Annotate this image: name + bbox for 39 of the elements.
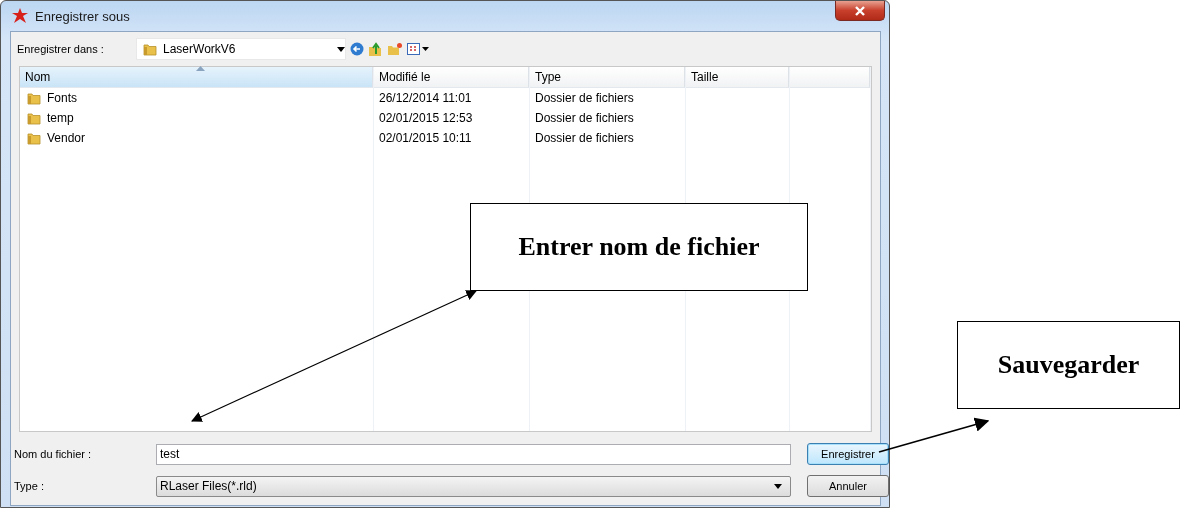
table-cell-text: 02/01/2015 10:11	[378, 130, 473, 147]
caret-icon	[337, 46, 345, 52]
close-button[interactable]	[835, 1, 885, 21]
cancel-button[interactable]: Annuler	[807, 475, 889, 497]
file-name[interactable]: Fonts	[47, 88, 77, 108]
folder-icon	[27, 91, 41, 105]
new-folder-icon[interactable]	[387, 42, 403, 56]
save-in-label: Enregistrer dans :	[17, 43, 105, 55]
file-name[interactable]: Vendor	[47, 128, 86, 148]
app-icon	[11, 7, 29, 25]
folder-dropdown[interactable]: LaserWorkV6	[136, 38, 346, 60]
sort-arrow-icon	[196, 66, 205, 71]
close-icon	[854, 5, 866, 16]
table-cell-text: Dossier de fichiers	[534, 90, 635, 107]
table-cell-text: Dossier de fichiers	[534, 110, 635, 127]
table-cell-text: 26/12/2014 11:01	[378, 90, 473, 107]
column-header[interactable]: Taille	[686, 67, 789, 88]
save-button[interactable]: Enregistrer	[807, 443, 889, 465]
folder-icon	[27, 131, 41, 145]
column-header[interactable]: Modifié le	[374, 67, 529, 88]
view-menu-icon[interactable]	[407, 43, 429, 55]
table-cell-text: 02/01/2015 12:53	[378, 110, 474, 127]
folder-name: LaserWorkV6	[163, 42, 237, 56]
column-header[interactable]: Nom	[20, 67, 373, 88]
up-folder-icon[interactable]	[368, 41, 383, 57]
folder-icon	[27, 111, 41, 125]
back-icon[interactable]	[350, 42, 364, 56]
folder-icon	[143, 42, 157, 56]
file-type-label: Type :	[14, 480, 45, 492]
file-name[interactable]: temp	[47, 108, 74, 128]
window-title: Enregistrer sous	[35, 8, 130, 24]
column-header[interactable]: Type	[530, 67, 685, 88]
table-cell-text: Dossier de fichiers	[534, 130, 635, 147]
caret-icon	[774, 483, 782, 489]
file-name-label: Nom du fichier :	[14, 448, 93, 460]
file-name-field[interactable]: test	[156, 443, 791, 465]
callout-box: Entrer nom de fichier	[470, 203, 808, 291]
file-type-dropdown[interactable]: RLaser Files(*.rld)	[156, 475, 791, 497]
callout-box: Sauvegarder	[957, 321, 1180, 409]
